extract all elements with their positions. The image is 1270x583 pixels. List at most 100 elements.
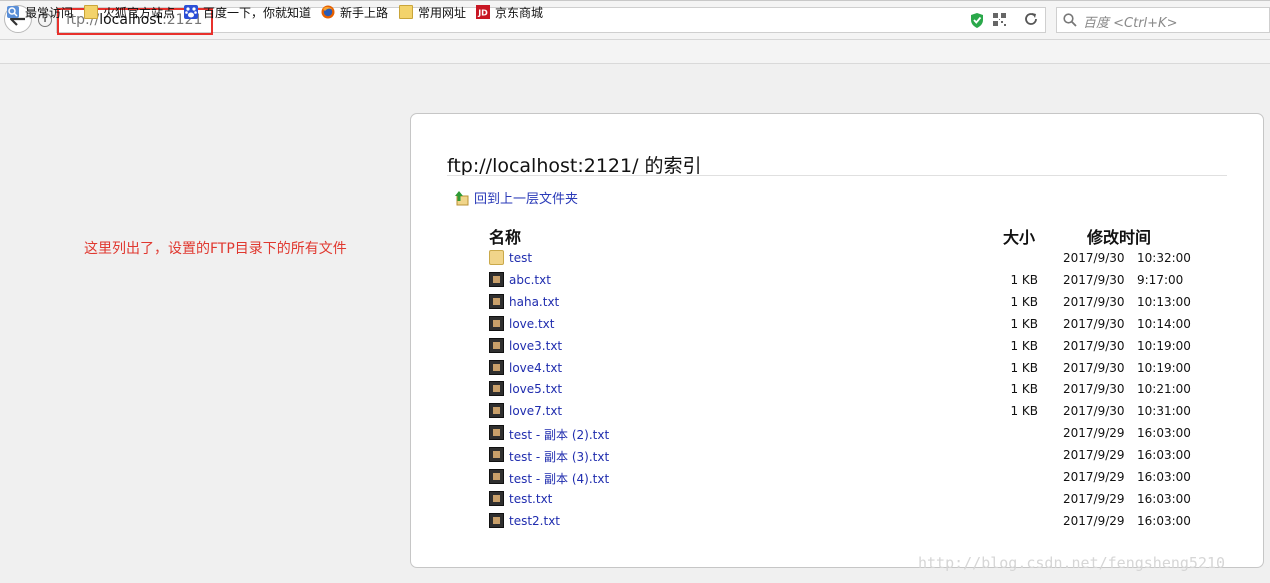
file-icon (489, 425, 504, 441)
bookmark-label: 最常访问 (25, 5, 74, 20)
table-row[interactable]: test - 副本 (4).txt 2017/9/29 16:03:00 (0, 467, 1270, 487)
file-name-link[interactable]: test - 副本 (4).txt (509, 470, 609, 487)
bookmark-firefox-official[interactable]: 火狐官方站点 (84, 4, 175, 20)
title-divider (447, 175, 1227, 176)
file-time: 10:13:00 (1137, 294, 1191, 309)
watermark: http://blog.csdn.net/fengsheng5210 (918, 554, 1226, 572)
file-date: 2017/9/30 (1063, 382, 1125, 397)
file-name-link[interactable]: test.txt (509, 492, 552, 506)
qr-code-icon[interactable] (993, 13, 1006, 26)
search-icon (1063, 13, 1077, 27)
folder-icon (399, 5, 413, 19)
file-icon (489, 469, 504, 484)
file-time: 16:03:00 (1137, 513, 1191, 528)
file-size: 1 KB (1010, 272, 1038, 287)
file-size: 1 KB (1010, 382, 1038, 397)
table-row[interactable]: abc.txt 1 KB 2017/9/30 9:17:00 (0, 270, 1270, 290)
file-size: 1 KB (1010, 338, 1038, 353)
table-row[interactable]: test2.txt 2017/9/29 16:03:00 (0, 511, 1270, 531)
file-size: 1 KB (1010, 316, 1038, 331)
file-size: 1 KB (1010, 294, 1038, 309)
baidu-icon (184, 5, 198, 19)
table-row[interactable]: test - 副本 (3).txt 2017/9/29 16:03:00 (0, 445, 1270, 465)
file-name-link[interactable]: abc.txt (509, 273, 551, 287)
file-name-link[interactable]: love5.txt (509, 382, 562, 396)
bookmark-label: 京东商城 (495, 5, 544, 20)
file-date: 2017/9/29 (1063, 448, 1125, 463)
parent-directory-link[interactable]: 回到上一层文件夹 (454, 188, 578, 207)
parent-directory-label: 回到上一层文件夹 (474, 192, 579, 207)
bookmark-label: 新手上路 (340, 5, 389, 20)
bookmark-getting-started[interactable]: 新手上路 (321, 4, 388, 20)
file-date: 2017/9/30 (1063, 251, 1125, 265)
file-icon (489, 512, 504, 528)
file-icon (489, 293, 504, 309)
file-name-link[interactable]: love4.txt (509, 361, 562, 375)
reload-icon[interactable] (1023, 11, 1039, 27)
file-time: 10:32:00 (1137, 251, 1191, 265)
file-time: 16:03:00 (1137, 448, 1191, 463)
file-date: 2017/9/29 (1063, 491, 1125, 506)
folder-icon (84, 5, 98, 19)
file-icon (489, 315, 504, 331)
file-name-link[interactable]: love7.txt (509, 404, 562, 418)
file-name-link[interactable]: love.txt (509, 317, 555, 331)
file-time: 10:31:00 (1137, 404, 1191, 419)
file-date: 2017/9/30 (1063, 294, 1125, 309)
page-title: ftp://localhost:2121/ 的索引 (447, 155, 702, 177)
column-header-modified[interactable]: 修改时间 (1087, 224, 1151, 248)
file-date: 2017/9/29 (1063, 470, 1125, 484)
search-placeholder[interactable]: 百度 <Ctrl+K> (1083, 12, 1177, 31)
table-row[interactable]: love5.txt 1 KB 2017/9/30 10:21:00 (0, 379, 1270, 399)
file-date: 2017/9/30 (1063, 338, 1125, 353)
file-name-link[interactable]: love3.txt (509, 339, 562, 353)
file-icon (489, 337, 504, 353)
table-row[interactable]: love4.txt 1 KB 2017/9/30 10:19:00 (0, 358, 1270, 378)
file-date: 2017/9/29 (1063, 426, 1125, 441)
file-time: 10:19:00 (1137, 360, 1191, 375)
up-folder-icon (455, 190, 469, 205)
most-visited-icon (7, 6, 19, 18)
file-name-link[interactable]: haha.txt (509, 295, 559, 309)
column-header-name[interactable]: 名称 (489, 224, 521, 248)
file-size: 1 KB (1010, 360, 1038, 375)
table-row[interactable]: love7.txt 1 KB 2017/9/30 10:31:00 (0, 401, 1270, 421)
file-date: 2017/9/30 (1063, 404, 1125, 419)
file-icon (489, 447, 504, 463)
bookmark-baidu[interactable]: 百度一下，你就知道 (184, 4, 311, 20)
file-date: 2017/9/30 (1063, 316, 1125, 331)
table-row[interactable]: test.txt 2017/9/29 16:03:00 (0, 489, 1270, 509)
bookmarks-bar (0, 40, 1270, 64)
file-name-link[interactable]: test2.txt (509, 514, 560, 528)
table-row[interactable]: haha.txt 1 KB 2017/9/30 10:13:00 (0, 292, 1270, 312)
file-time: 16:03:00 (1137, 491, 1191, 506)
firefox-icon (321, 5, 335, 19)
file-date: 2017/9/30 (1063, 272, 1125, 287)
bookmark-jd-mall[interactable]: JD 京东商城 (476, 4, 543, 20)
file-date: 2017/9/30 (1063, 360, 1125, 375)
file-name-link[interactable]: test - 副本 (3).txt (509, 448, 609, 465)
file-name-link[interactable]: test - 副本 (2).txt (509, 426, 609, 443)
svg-text:JD: JD (477, 9, 488, 18)
bookmark-most-visited[interactable]: 最常访问 (6, 4, 73, 20)
shield-icon[interactable] (970, 13, 984, 28)
folder-icon (489, 250, 504, 265)
file-time: 10:14:00 (1137, 316, 1191, 331)
bookmark-common-sites[interactable]: 常用网址 (399, 4, 466, 20)
file-time: 10:21:00 (1137, 382, 1191, 397)
column-header-size[interactable]: 大小 (1003, 224, 1035, 248)
file-icon (489, 271, 504, 287)
table-row[interactable]: love.txt 1 KB 2017/9/30 10:14:00 (0, 314, 1270, 334)
file-time: 9:17:00 (1137, 272, 1184, 287)
bookmark-label: 火狐官方站点 (103, 5, 176, 20)
file-time: 10:19:00 (1137, 338, 1191, 353)
file-date: 2017/9/29 (1063, 513, 1125, 528)
file-icon (489, 381, 504, 397)
jd-icon: JD (476, 5, 490, 19)
table-row[interactable]: test - 副本 (2).txt 2017/9/29 16:03:00 (0, 423, 1270, 443)
table-row[interactable]: love3.txt 1 KB 2017/9/30 10:19:00 (0, 336, 1270, 356)
file-time: 16:03:00 (1137, 426, 1191, 441)
bookmark-label: 百度一下，你就知道 (203, 5, 312, 20)
table-row[interactable]: test 2017/9/30 10:32:00 (0, 248, 1270, 268)
file-name-link[interactable]: test (509, 251, 532, 265)
